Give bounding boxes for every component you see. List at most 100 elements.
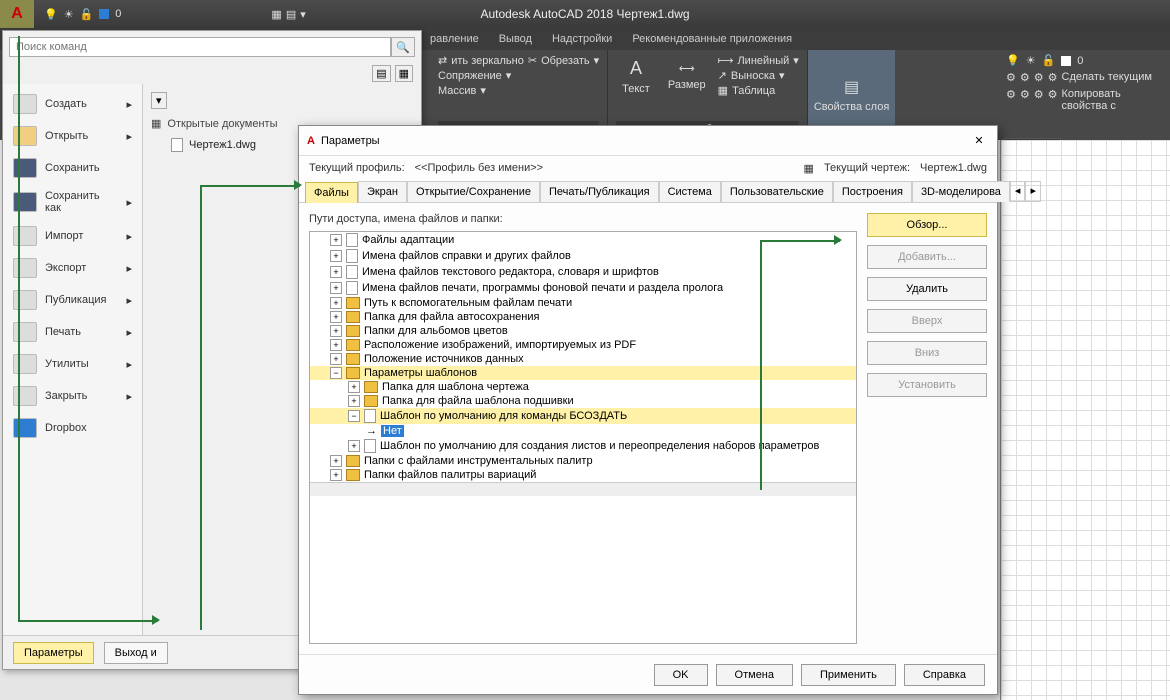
options-button[interactable]: Параметры <box>13 642 94 664</box>
tab-system[interactable]: Система <box>659 181 721 202</box>
copy-props-label[interactable]: Копировать свойства с <box>1062 88 1165 112</box>
expand-icon[interactable]: + <box>348 381 360 393</box>
ribbon-tab[interactable]: Вывод <box>499 33 532 45</box>
expand-icon[interactable]: + <box>330 282 342 294</box>
text-button[interactable]: AТекст <box>616 54 656 99</box>
tree-row[interactable]: +Имена файлов печати, программы фоновой … <box>310 280 856 296</box>
tab-open-save[interactable]: Открытие/Сохранение <box>407 181 540 202</box>
tree-row-qnew-template[interactable]: −Шаблон по умолчанию для команды БСОЗДАТ… <box>310 408 856 424</box>
tree-row[interactable]: +Расположение изображений, импортируемых… <box>310 338 856 352</box>
menu-utilities[interactable]: Утилиты▸ <box>3 348 142 380</box>
set-current-button[interactable]: Установить <box>867 373 987 397</box>
menu-dropbox[interactable]: Dropbox <box>3 412 142 444</box>
expand-icon[interactable]: + <box>330 250 342 262</box>
menu-publish[interactable]: Публикация▸ <box>3 284 142 316</box>
menu-save[interactable]: Сохранить <box>3 152 142 184</box>
linear-icon[interactable]: ⟼ <box>718 54 734 67</box>
cancel-button[interactable]: Отмена <box>716 664 793 686</box>
menu-save-as[interactable]: Сохранить как▸ <box>3 184 142 220</box>
expand-icon[interactable]: + <box>330 455 342 467</box>
expand-icon[interactable]: + <box>330 311 342 323</box>
tree-row-template-settings[interactable]: −Параметры шаблонов <box>310 366 856 380</box>
trim-icon[interactable]: ✂ <box>528 54 537 67</box>
leader-icon[interactable]: ↗ <box>718 69 727 82</box>
tree-row[interactable]: +Папка для шаблона чертежа <box>310 380 856 394</box>
search-button[interactable]: 🔍 <box>391 37 415 57</box>
ribbon-tab[interactable]: Надстройки <box>552 33 612 45</box>
move-down-button[interactable]: Вниз <box>867 341 987 365</box>
view-mode-icon-2[interactable]: ▦ <box>395 65 413 82</box>
dwg-file-icon <box>171 138 183 152</box>
tab-scroll-right-icon[interactable]: ▸ <box>1025 181 1041 202</box>
array-label[interactable]: Массив <box>438 85 476 97</box>
close-icon[interactable]: ✕ <box>969 131 989 151</box>
bulb-icon[interactable]: 💡 <box>44 8 58 21</box>
ok-button[interactable]: OK <box>654 664 708 686</box>
tab-3d[interactable]: 3D-моделирова <box>912 181 1010 202</box>
menu-new[interactable]: Создать▸ <box>3 88 142 120</box>
app-logo[interactable]: A <box>0 0 34 28</box>
files-tree[interactable]: +Файлы адаптации +Имена файлов справки и… <box>309 231 857 644</box>
tree-row[interactable]: +Имена файлов справки и других файлов <box>310 248 856 264</box>
mirror-icon[interactable]: ⇄ <box>438 54 447 67</box>
tab-files[interactable]: Файлы <box>305 182 358 203</box>
expand-icon[interactable]: + <box>348 440 360 452</box>
tree-row[interactable]: +Папки для альбомов цветов <box>310 324 856 338</box>
tree-horizontal-scrollbar[interactable] <box>310 482 856 496</box>
menu-print[interactable]: Печать▸ <box>3 316 142 348</box>
menu-import[interactable]: Импорт▸ <box>3 220 142 252</box>
table-icon[interactable]: ▦ <box>718 84 728 97</box>
tree-row[interactable]: +Папка для файла автосохранения <box>310 310 856 324</box>
drawing-value: Чертеж1.dwg <box>920 162 987 175</box>
tree-row-none[interactable]: →Нет <box>310 424 856 438</box>
expand-icon[interactable]: + <box>330 469 342 481</box>
collapse-icon[interactable]: − <box>330 367 342 379</box>
sun-icon[interactable]: ☀ <box>64 8 74 21</box>
make-current-label[interactable]: Сделать текущим <box>1062 71 1152 84</box>
expand-icon[interactable]: + <box>330 353 342 365</box>
command-search-input[interactable] <box>9 37 391 57</box>
qat-icon-2[interactable]: ▤ <box>286 8 296 21</box>
menu-close[interactable]: Закрыть▸ <box>3 380 142 412</box>
tab-scroll-left-icon[interactable]: ◂ <box>1010 181 1026 202</box>
expand-icon[interactable]: + <box>330 297 342 309</box>
fillet-label[interactable]: Сопряжение <box>438 70 502 82</box>
ribbon-tab[interactable]: Рекомендованные приложения <box>632 33 792 45</box>
exit-button[interactable]: Выход и <box>104 642 168 664</box>
tab-plot[interactable]: Печать/Публикация <box>540 181 659 202</box>
qat-icon-1[interactable]: ▦ <box>271 8 281 21</box>
ribbon-tab[interactable]: равление <box>430 33 479 45</box>
delete-button[interactable]: Удалить <box>867 277 987 301</box>
layer-color-swatch[interactable] <box>99 9 109 19</box>
move-up-button[interactable]: Вверх <box>867 309 987 333</box>
view-mode-icon-1[interactable]: ▤ <box>372 65 390 82</box>
bulb-icon[interactable]: 💡 <box>1006 54 1020 67</box>
sort-icon[interactable]: ▾ <box>151 92 167 109</box>
lock-icon[interactable]: 🔓 <box>80 8 94 21</box>
menu-export[interactable]: Экспорт▸ <box>3 252 142 284</box>
tree-row[interactable]: +Папка для файла шаблона подшивки <box>310 394 856 408</box>
apply-button[interactable]: Применить <box>801 664 896 686</box>
drawing-canvas[interactable] <box>1000 140 1170 700</box>
collapse-icon[interactable]: − <box>348 410 360 422</box>
tab-user[interactable]: Пользовательские <box>721 181 833 202</box>
expand-icon[interactable]: + <box>348 395 360 407</box>
add-button[interactable]: Добавить... <box>867 245 987 269</box>
tree-row[interactable]: +Шаблон по умолчанию для создания листов… <box>310 438 856 454</box>
expand-icon[interactable]: + <box>330 234 342 246</box>
expand-icon[interactable]: + <box>330 325 342 337</box>
tree-row[interactable]: +Папки файлов палитры вариаций <box>310 468 856 482</box>
tree-row[interactable]: +Положение источников данных <box>310 352 856 366</box>
expand-icon[interactable]: + <box>330 266 342 278</box>
tab-display[interactable]: Экран <box>358 181 407 202</box>
tree-row[interactable]: +Имена файлов текстового редактора, слов… <box>310 264 856 280</box>
dimension-button[interactable]: ⟷Размер <box>662 54 712 99</box>
expand-icon[interactable]: + <box>330 339 342 351</box>
tree-row[interactable]: +Папки с файлами инструментальных палитр <box>310 454 856 468</box>
tab-drafting[interactable]: Построения <box>833 181 912 202</box>
browse-button[interactable]: Обзор... <box>867 213 987 237</box>
qat-dropdown-icon[interactable]: ▾ <box>300 8 306 21</box>
tree-row[interactable]: +Путь к вспомогательным файлам печати <box>310 296 856 310</box>
help-button[interactable]: Справка <box>904 664 985 686</box>
menu-open[interactable]: Открыть▸ <box>3 120 142 152</box>
